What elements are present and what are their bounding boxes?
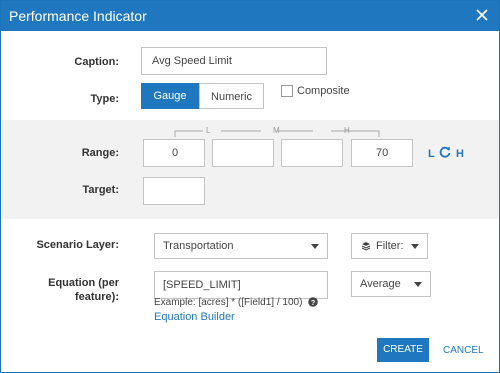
- equation-label-line2: feature):: [74, 291, 119, 303]
- scenario-layer-label: Scenario Layer:: [36, 239, 119, 251]
- range-label: Range:: [81, 147, 119, 159]
- help-icon[interactable]: ?: [308, 297, 318, 307]
- composite-label: Composite: [297, 85, 350, 97]
- aggregate-value: Average: [360, 278, 401, 290]
- type-gauge-button[interactable]: Gauge: [141, 83, 199, 109]
- range-h-link[interactable]: H: [456, 148, 464, 160]
- type-numeric-button[interactable]: Numeric: [199, 83, 264, 109]
- close-icon[interactable]: [475, 8, 489, 22]
- refresh-icon[interactable]: [439, 146, 451, 158]
- equation-example: Example: [acres] * ([Field1] / 100): [154, 297, 303, 308]
- range-header-l: L: [206, 126, 211, 135]
- composite-checkbox[interactable]: [281, 85, 293, 97]
- caption-label: Caption:: [74, 56, 119, 68]
- layers-icon: [361, 242, 371, 251]
- scenario-layer-value: Transportation: [163, 240, 234, 252]
- chevron-down-icon: [311, 244, 319, 249]
- dialog-titlebar: Performance Indicator: [1, 1, 499, 31]
- filter-button[interactable]: Filter:: [351, 233, 428, 259]
- filter-label: Filter:: [376, 240, 404, 252]
- range-input-3[interactable]: 70: [351, 139, 413, 167]
- scenario-layer-select[interactable]: Transportation: [154, 233, 328, 259]
- target-input[interactable]: [143, 177, 205, 205]
- svg-text:?: ?: [311, 298, 316, 307]
- type-label: Type:: [90, 93, 119, 105]
- aggregate-select[interactable]: Average: [351, 271, 431, 297]
- equation-label-line1: Equation (per: [48, 277, 119, 289]
- range-header-h: H: [344, 126, 350, 135]
- performance-indicator-dialog: Performance Indicator Caption: Avg Speed…: [0, 0, 500, 373]
- caption-input[interactable]: Avg Speed Limit: [141, 47, 327, 75]
- range-input-1[interactable]: [212, 139, 274, 167]
- range-header-m: M: [273, 126, 280, 135]
- chevron-down-icon: [414, 282, 422, 287]
- range-input-0[interactable]: 0: [143, 139, 205, 167]
- equation-input[interactable]: [SPEED_LIMIT]: [154, 271, 328, 299]
- target-label: Target:: [82, 184, 119, 196]
- chevron-down-icon: [411, 244, 419, 249]
- range-input-2[interactable]: [281, 139, 343, 167]
- cancel-button[interactable]: CANCEL: [443, 345, 484, 356]
- dialog-title: Performance Indicator: [9, 8, 147, 24]
- range-l-link[interactable]: L: [428, 148, 435, 160]
- equation-builder-link[interactable]: Equation Builder: [154, 311, 235, 323]
- create-button[interactable]: CREATE: [377, 338, 429, 362]
